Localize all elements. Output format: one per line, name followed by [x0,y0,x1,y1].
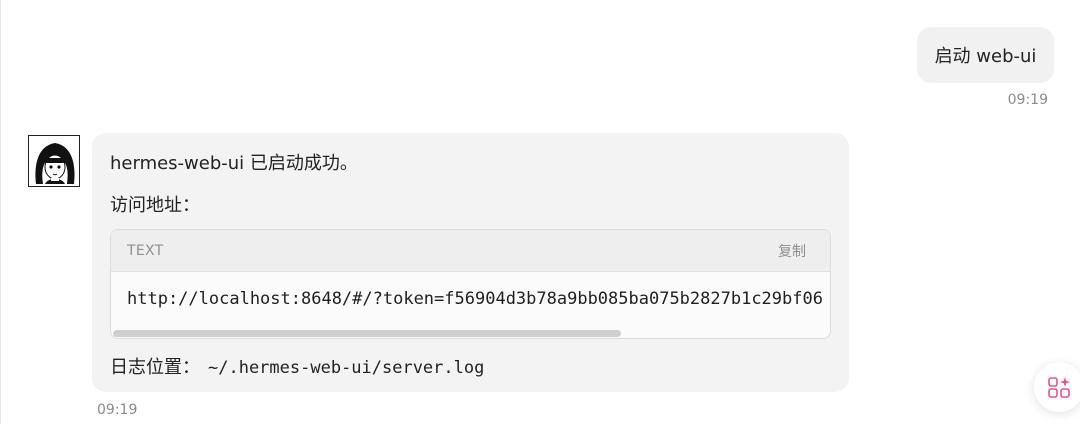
user-message-text: 启动 web-ui [934,46,1037,67]
code-language-label: TEXT [127,242,164,259]
left-divider [0,0,1,424]
assistant-message-time: 09:19 [97,402,138,418]
assistant-message-bubble: hermes-web-ui 已启动成功。 访问地址： TEXT 复制 http:… [92,133,849,392]
apps-sparkle-icon [1048,377,1070,398]
user-message-bubble: 启动 web-ui [917,27,1054,83]
code-block: TEXT 复制 http://localhost:8648/#/?token=f… [110,229,831,339]
assistant-message-address-label: 访问地址： [110,195,200,216]
log-location-label: 日志位置： [110,357,200,378]
user-message-time: 09:19 [1007,92,1048,108]
assistant-avatar[interactable] [28,135,80,187]
apps-floating-button[interactable] [1034,362,1080,412]
code-horizontal-scrollbar[interactable] [111,329,830,338]
code-content[interactable]: http://localhost:8648/#/?token=f56904d3b… [127,289,823,309]
log-location-line: 日志位置： ~/.hermes-web-ui/server.log [110,353,484,379]
code-block-header: TEXT 复制 [111,230,830,272]
avatar-illustration-icon [29,136,79,186]
scrollbar-thumb[interactable] [113,330,621,337]
copy-button[interactable]: 复制 [778,241,806,261]
log-file-path: ~/.hermes-web-ui/server.log [208,358,485,378]
assistant-message-status: hermes-web-ui 已启动成功。 [110,153,358,174]
